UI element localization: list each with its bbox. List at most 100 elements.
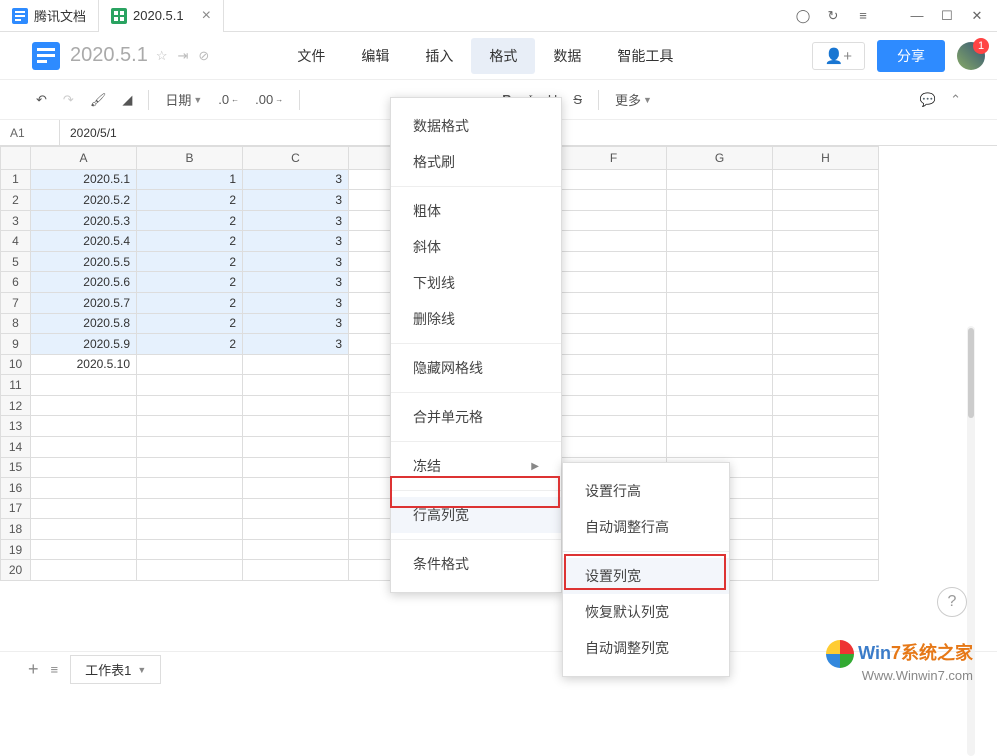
cell[interactable]	[667, 272, 773, 293]
cell[interactable]: 3	[243, 169, 349, 190]
row-header[interactable]: 15	[1, 457, 31, 478]
cell[interactable]	[667, 190, 773, 211]
row-header[interactable]: 9	[1, 334, 31, 355]
refresh-icon[interactable]: ↻	[825, 8, 841, 24]
row-header[interactable]: 20	[1, 560, 31, 581]
menu-icon[interactable]: ≡	[855, 8, 871, 24]
sheet-tab[interactable]: 工作表1 ▼	[70, 655, 161, 684]
col-header[interactable]: C	[243, 147, 349, 170]
check-icon[interactable]: ⊘	[198, 48, 209, 64]
scrollbar-vertical[interactable]	[967, 326, 975, 756]
star-icon[interactable]: ☆	[156, 48, 168, 64]
row-header[interactable]: 14	[1, 436, 31, 457]
dd-auto-row-height[interactable]: 自动调整行高	[563, 509, 729, 545]
cell[interactable]	[31, 498, 137, 519]
cell[interactable]: 2020.5.7	[31, 293, 137, 314]
cell[interactable]	[773, 498, 879, 519]
comment-icon[interactable]: 💬	[920, 92, 936, 108]
cell[interactable]: 3	[243, 334, 349, 355]
cell[interactable]	[561, 272, 667, 293]
cell[interactable]: 2020.5.4	[31, 231, 137, 252]
cell[interactable]	[243, 457, 349, 478]
dd-bold[interactable]: 粗体	[391, 193, 561, 229]
dd-set-col-width[interactable]: 设置列宽	[563, 558, 729, 594]
row-header[interactable]: 4	[1, 231, 31, 252]
cell[interactable]	[561, 190, 667, 211]
dd-data-format[interactable]: 数据格式	[391, 108, 561, 144]
app-tab[interactable]: 腾讯文档	[0, 0, 99, 32]
row-header[interactable]: 10	[1, 354, 31, 375]
cell[interactable]	[137, 560, 243, 581]
col-header[interactable]: G	[667, 147, 773, 170]
cell[interactable]: 2020.5.9	[31, 334, 137, 355]
cell[interactable]: 3	[243, 272, 349, 293]
cell[interactable]	[561, 375, 667, 396]
share-button[interactable]: 分享	[877, 40, 945, 72]
cell[interactable]	[31, 416, 137, 437]
add-sheet-icon[interactable]: +	[28, 659, 39, 680]
cell-value[interactable]: 2020/5/1	[60, 126, 127, 140]
cell[interactable]	[31, 436, 137, 457]
row-header[interactable]: 12	[1, 395, 31, 416]
cell[interactable]	[137, 395, 243, 416]
cell[interactable]	[137, 375, 243, 396]
cell[interactable]	[243, 498, 349, 519]
add-user-button[interactable]: 👤+	[812, 42, 865, 70]
cell[interactable]	[137, 498, 243, 519]
dd-reset-col-width[interactable]: 恢复默认列宽	[563, 594, 729, 630]
cell[interactable]	[773, 395, 879, 416]
cell[interactable]	[31, 539, 137, 560]
cell-reference[interactable]: A1	[0, 120, 60, 145]
cell[interactable]	[137, 457, 243, 478]
clear-format-icon[interactable]: ◢	[122, 92, 132, 108]
minimize-icon[interactable]: —	[909, 8, 925, 24]
cell[interactable]: 2	[137, 251, 243, 272]
cell[interactable]	[31, 519, 137, 540]
row-header[interactable]: 5	[1, 251, 31, 272]
cell[interactable]	[773, 334, 879, 355]
cell[interactable]	[137, 478, 243, 499]
cell[interactable]	[667, 354, 773, 375]
cell[interactable]: 2	[137, 293, 243, 314]
redo-icon[interactable]: ↷	[63, 92, 74, 108]
cell[interactable]	[137, 416, 243, 437]
cell[interactable]	[31, 560, 137, 581]
cell[interactable]: 3	[243, 190, 349, 211]
menu-data[interactable]: 数据	[535, 38, 599, 74]
cell[interactable]	[667, 395, 773, 416]
cell[interactable]	[561, 293, 667, 314]
cell[interactable]	[773, 519, 879, 540]
cell[interactable]: 2	[137, 190, 243, 211]
cell[interactable]	[561, 334, 667, 355]
cell[interactable]	[667, 293, 773, 314]
cell[interactable]	[773, 457, 879, 478]
collapse-icon[interactable]: ⌃	[950, 92, 961, 108]
cell[interactable]	[773, 293, 879, 314]
cell[interactable]	[243, 375, 349, 396]
cell[interactable]: 2020.5.2	[31, 190, 137, 211]
close-window-icon[interactable]: ✕	[969, 8, 985, 24]
row-header[interactable]: 7	[1, 293, 31, 314]
col-header[interactable]: F	[561, 147, 667, 170]
cell[interactable]	[561, 169, 667, 190]
cell[interactable]: 2020.5.5	[31, 251, 137, 272]
row-header[interactable]: 1	[1, 169, 31, 190]
cell[interactable]	[773, 313, 879, 334]
cell[interactable]	[243, 395, 349, 416]
cell[interactable]	[561, 395, 667, 416]
menu-edit[interactable]: 编辑	[343, 38, 407, 74]
cell[interactable]	[667, 210, 773, 231]
cell[interactable]	[773, 190, 879, 211]
cell[interactable]	[773, 251, 879, 272]
dd-row-col[interactable]: 行高列宽	[391, 497, 561, 533]
cell[interactable]: 2020.5.1	[31, 169, 137, 190]
dd-cond-format[interactable]: 条件格式	[391, 546, 561, 582]
folder-icon[interactable]: ⇥	[178, 48, 189, 64]
row-header[interactable]: 2	[1, 190, 31, 211]
cell[interactable]	[561, 313, 667, 334]
cell[interactable]	[667, 416, 773, 437]
more-button[interactable]: 更多 ▼	[615, 90, 652, 109]
cell[interactable]	[773, 436, 879, 457]
number-format-select[interactable]: 日期 ▼	[165, 90, 202, 109]
undo-icon[interactable]: ↶	[36, 92, 47, 108]
